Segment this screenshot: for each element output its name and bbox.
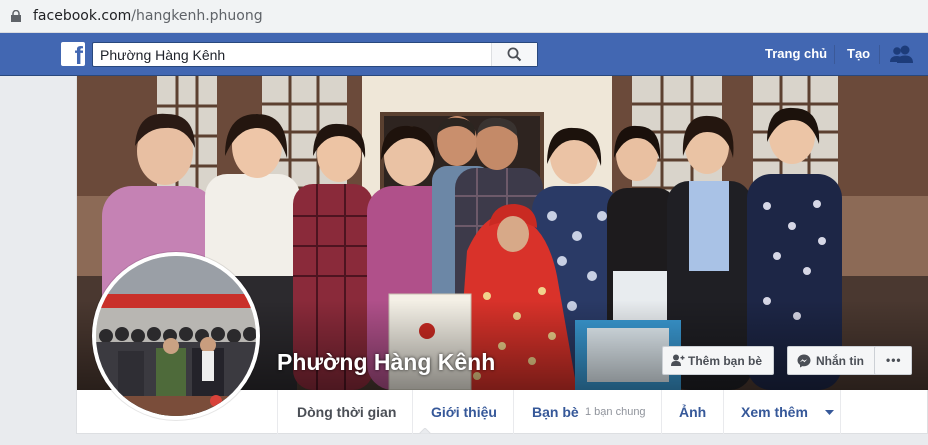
url-path: /hangkenh.phuong	[131, 8, 263, 24]
url-host: facebook.com	[33, 8, 132, 24]
browser-address-bar[interactable]: facebook.com/hangkenh.phuong	[0, 0, 928, 33]
messenger-icon	[797, 354, 811, 368]
search-icon	[507, 47, 522, 62]
tab-label: Giới thiệu	[431, 404, 497, 420]
profile-picture[interactable]	[92, 252, 260, 420]
nav-home[interactable]: Trang chủ	[765, 46, 827, 61]
tab-friends[interactable]: Bạn bè 1 bạn chung	[513, 390, 661, 434]
tab-more[interactable]: Xem thêm	[723, 390, 841, 434]
add-friend-icon	[671, 354, 685, 366]
message-label: Nhắn tin	[816, 354, 864, 368]
add-friend-button[interactable]: Thêm bạn bè	[662, 346, 774, 375]
mutual-friends-count: 1 bạn chung	[585, 406, 646, 418]
facebook-header: f Phường Hàng Kênh Trang chủ Tạo	[0, 33, 928, 76]
caret-down-icon	[825, 410, 834, 415]
tab-label: Bạn bè	[532, 404, 579, 420]
more-options-icon: •••	[886, 353, 902, 367]
tab-label: Xem thêm	[741, 404, 808, 420]
nav-create[interactable]: Tạo	[847, 46, 870, 61]
tab-label: Ảnh	[679, 404, 707, 420]
search-button[interactable]	[491, 43, 537, 66]
active-tab-indicator	[419, 428, 431, 434]
add-friend-label: Thêm bạn bè	[688, 354, 763, 368]
tab-timeline[interactable]: Dòng thời gian	[277, 390, 412, 434]
tab-photos[interactable]: Ảnh	[661, 390, 723, 434]
facebook-logo[interactable]: f	[61, 42, 85, 69]
message-button[interactable]: Nhắn tin	[787, 346, 877, 375]
profile-tabs: Dòng thời gian Giới thiệu Bạn bè 1 bạn c…	[277, 390, 928, 434]
lock-icon	[11, 10, 21, 22]
page-name: Phường Hàng Kênh	[277, 349, 496, 375]
nav-divider	[879, 45, 880, 64]
search-input[interactable]: Phường Hàng Kênh	[100, 47, 225, 63]
nav-divider	[834, 45, 835, 64]
url-text[interactable]: facebook.com/hangkenh.phuong	[33, 8, 263, 24]
more-options-button[interactable]: •••	[874, 346, 912, 375]
tab-label: Dòng thời gian	[297, 404, 397, 420]
profile-picture-image	[96, 256, 256, 416]
search-box[interactable]: Phường Hàng Kênh	[92, 42, 538, 67]
friend-requests-icon[interactable]	[890, 44, 914, 64]
